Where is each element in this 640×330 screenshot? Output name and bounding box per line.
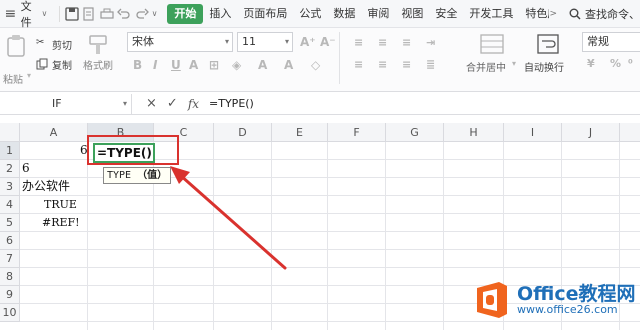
watermark-url: www.office26.com: [517, 303, 618, 316]
office-logo-icon: [477, 282, 507, 318]
watermark: Office教程网 www.office26.com: [473, 280, 636, 320]
watermark-title: Office教程网: [517, 283, 636, 305]
